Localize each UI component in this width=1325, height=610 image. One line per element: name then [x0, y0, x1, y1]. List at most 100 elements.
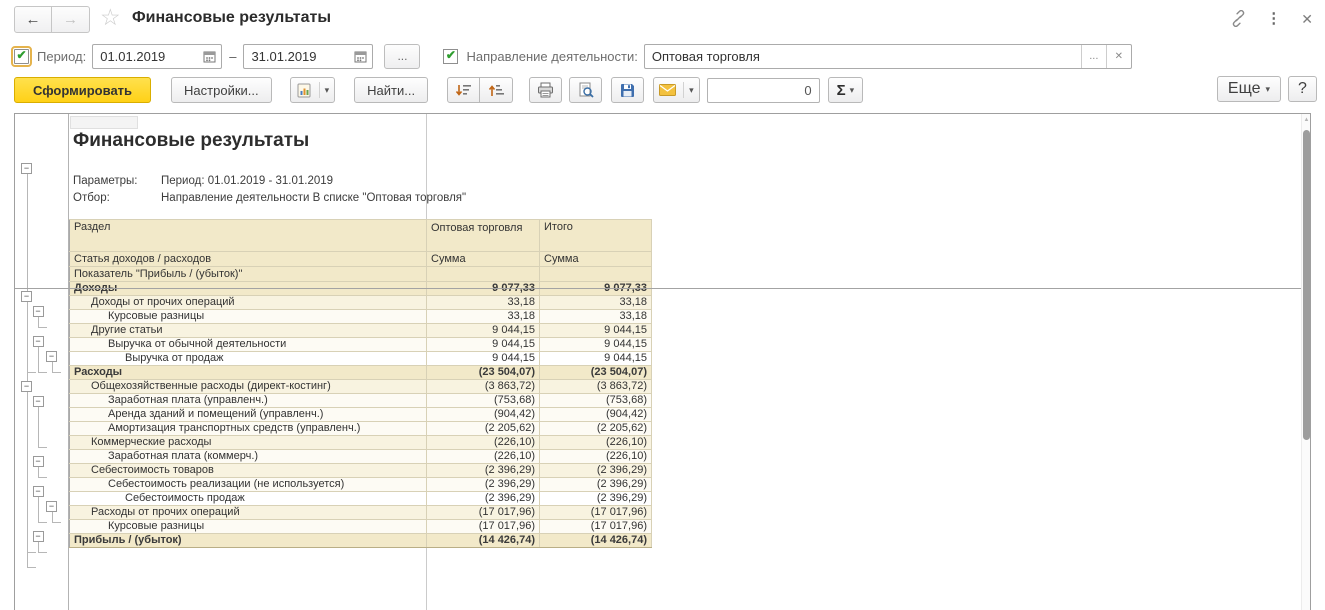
- collapse-group-button[interactable]: −: [32, 531, 44, 542]
- save-button[interactable]: [611, 77, 645, 103]
- send-mail-button[interactable]: ▾: [653, 77, 700, 103]
- row-value-cell[interactable]: (17 017,96): [426, 519, 540, 534]
- row-value-cell[interactable]: (2 396,29): [426, 477, 540, 492]
- row-label-cell[interactable]: Прибыль / (убыток): [69, 533, 427, 548]
- row-value-cell[interactable]: (17 017,96): [539, 519, 652, 534]
- collapse-group-button[interactable]: −: [21, 381, 32, 392]
- row-value-cell[interactable]: (23 504,07): [426, 365, 540, 380]
- favorite-star-icon[interactable]: ☆: [100, 4, 121, 31]
- collapse-group-button[interactable]: −: [32, 456, 44, 467]
- print-button[interactable]: [529, 77, 563, 103]
- scrollbar-thumb[interactable]: [1303, 130, 1310, 440]
- date-from-field[interactable]: 01.01.2019: [92, 43, 223, 69]
- row-value-cell[interactable]: (17 017,96): [426, 505, 540, 520]
- row-label-cell[interactable]: Доходы от прочих операций: [69, 295, 427, 310]
- collapse-group-button[interactable]: −: [32, 306, 44, 317]
- collapse-group-button[interactable]: −: [32, 486, 44, 497]
- calendar-icon[interactable]: [198, 45, 221, 68]
- row-value-cell[interactable]: 9 044,15: [426, 337, 540, 352]
- row-label-cell[interactable]: Общехозяйственные расходы (директ-костин…: [69, 379, 427, 394]
- more-menu-icon[interactable]: ⋮: [1266, 10, 1282, 27]
- row-value-cell[interactable]: 9 044,15: [539, 337, 652, 352]
- collapse-groups-button[interactable]: [447, 77, 481, 103]
- row-label-cell[interactable]: Курсовые разницы: [69, 309, 427, 324]
- row-value-cell[interactable]: 9 044,15: [539, 351, 652, 366]
- row-label-cell[interactable]: Расходы: [69, 365, 427, 380]
- row-value-cell[interactable]: 33,18: [539, 295, 652, 310]
- direction-choose-button[interactable]: ...: [1080, 44, 1106, 68]
- vertical-scrollbar[interactable]: ▲: [1301, 114, 1310, 610]
- row-value-cell[interactable]: (3 863,72): [539, 379, 652, 394]
- row-label-cell[interactable]: Коммерческие расходы: [69, 435, 427, 450]
- print-preview-button[interactable]: [569, 77, 603, 103]
- help-button[interactable]: ?: [1288, 76, 1317, 102]
- row-label-cell[interactable]: Заработная плата (управленч.): [69, 393, 427, 408]
- row-label-cell[interactable]: Выручка от продаж: [69, 351, 427, 366]
- row-value-cell[interactable]: (17 017,96): [539, 505, 652, 520]
- direction-clear-button[interactable]: ✕: [1105, 44, 1131, 68]
- counter-field[interactable]: 0: [706, 77, 820, 103]
- collapse-group-button[interactable]: −: [21, 162, 32, 174]
- header-cell[interactable]: Итого: [539, 219, 652, 252]
- direction-checkbox[interactable]: ✔: [443, 48, 459, 64]
- row-value-cell[interactable]: (226,10): [539, 449, 652, 464]
- row-value-cell[interactable]: (2 396,29): [539, 477, 652, 492]
- header-cell[interactable]: [426, 266, 540, 282]
- header-cell[interactable]: Сумма: [539, 251, 652, 267]
- period-more-button[interactable]: ...: [384, 43, 421, 69]
- header-cell[interactable]: Статья доходов / расходов: [69, 251, 427, 267]
- row-value-cell[interactable]: (3 863,72): [426, 379, 540, 394]
- header-cell[interactable]: Раздел: [69, 219, 427, 252]
- row-label-cell[interactable]: Амортизация транспортных средств (управл…: [69, 421, 427, 436]
- row-label-cell[interactable]: Себестоимость товаров: [69, 463, 427, 478]
- direction-field[interactable]: Оптовая торговля ... ✕: [643, 43, 1132, 69]
- row-value-cell[interactable]: (753,68): [539, 393, 652, 408]
- row-label-cell[interactable]: Другие статьи: [69, 323, 427, 338]
- row-value-cell[interactable]: (2 396,29): [426, 491, 540, 506]
- collapse-group-button[interactable]: −: [46, 501, 57, 512]
- row-value-cell[interactable]: (904,42): [426, 407, 540, 422]
- find-button[interactable]: Найти...: [354, 77, 429, 103]
- collapse-group-button[interactable]: −: [32, 336, 44, 347]
- row-value-cell[interactable]: (904,42): [539, 407, 652, 422]
- header-cell[interactable]: Оптовая торговля: [426, 219, 540, 252]
- row-value-cell[interactable]: (14 426,74): [539, 533, 652, 548]
- row-value-cell[interactable]: 33,18: [426, 309, 540, 324]
- header-cell[interactable]: Сумма: [426, 251, 540, 267]
- link-icon[interactable]: [1230, 10, 1247, 27]
- row-value-cell[interactable]: 9 044,15: [426, 323, 540, 338]
- settings-button[interactable]: Настройки...: [171, 77, 272, 103]
- close-icon[interactable]: ✕: [1301, 11, 1313, 27]
- collapse-group-button[interactable]: −: [46, 351, 57, 362]
- cell-cursor[interactable]: [70, 116, 138, 129]
- row-value-cell[interactable]: (2 396,29): [539, 491, 652, 506]
- row-value-cell[interactable]: (14 426,74): [426, 533, 540, 548]
- row-value-cell[interactable]: (226,10): [426, 435, 540, 450]
- header-cell[interactable]: [539, 266, 652, 282]
- row-value-cell[interactable]: 9 044,15: [539, 323, 652, 338]
- row-value-cell[interactable]: (2 396,29): [426, 463, 540, 478]
- row-value-cell[interactable]: (2 205,62): [426, 421, 540, 436]
- collapse-group-button[interactable]: −: [21, 291, 32, 302]
- period-checkbox[interactable]: ✔: [11, 45, 32, 67]
- row-label-cell[interactable]: Курсовые разницы: [69, 519, 427, 534]
- row-value-cell[interactable]: (226,10): [539, 435, 652, 450]
- row-label-cell[interactable]: Выручка от обычной деятельности: [69, 337, 427, 352]
- generate-button[interactable]: Сформировать: [14, 77, 152, 103]
- row-label-cell[interactable]: Расходы от прочих операций: [69, 505, 427, 520]
- row-value-cell[interactable]: (753,68): [426, 393, 540, 408]
- date-to-field[interactable]: 31.01.2019: [243, 43, 374, 69]
- expand-groups-button[interactable]: [480, 77, 514, 103]
- row-value-cell[interactable]: (2 205,62): [539, 421, 652, 436]
- back-button[interactable]: ←: [14, 6, 52, 33]
- sum-button[interactable]: Σ ▾: [827, 77, 864, 103]
- row-value-cell[interactable]: (226,10): [426, 449, 540, 464]
- header-cell[interactable]: Показатель "Прибыль / (убыток)": [69, 266, 427, 282]
- row-value-cell[interactable]: 33,18: [539, 309, 652, 324]
- collapse-group-button[interactable]: −: [32, 396, 44, 407]
- row-value-cell[interactable]: (2 396,29): [539, 463, 652, 478]
- row-label-cell[interactable]: Себестоимость реализации (не используетс…: [69, 477, 427, 492]
- row-label-cell[interactable]: Заработная плата (коммерч.): [69, 449, 427, 464]
- calendar-icon[interactable]: [349, 45, 372, 68]
- row-value-cell[interactable]: 33,18: [426, 295, 540, 310]
